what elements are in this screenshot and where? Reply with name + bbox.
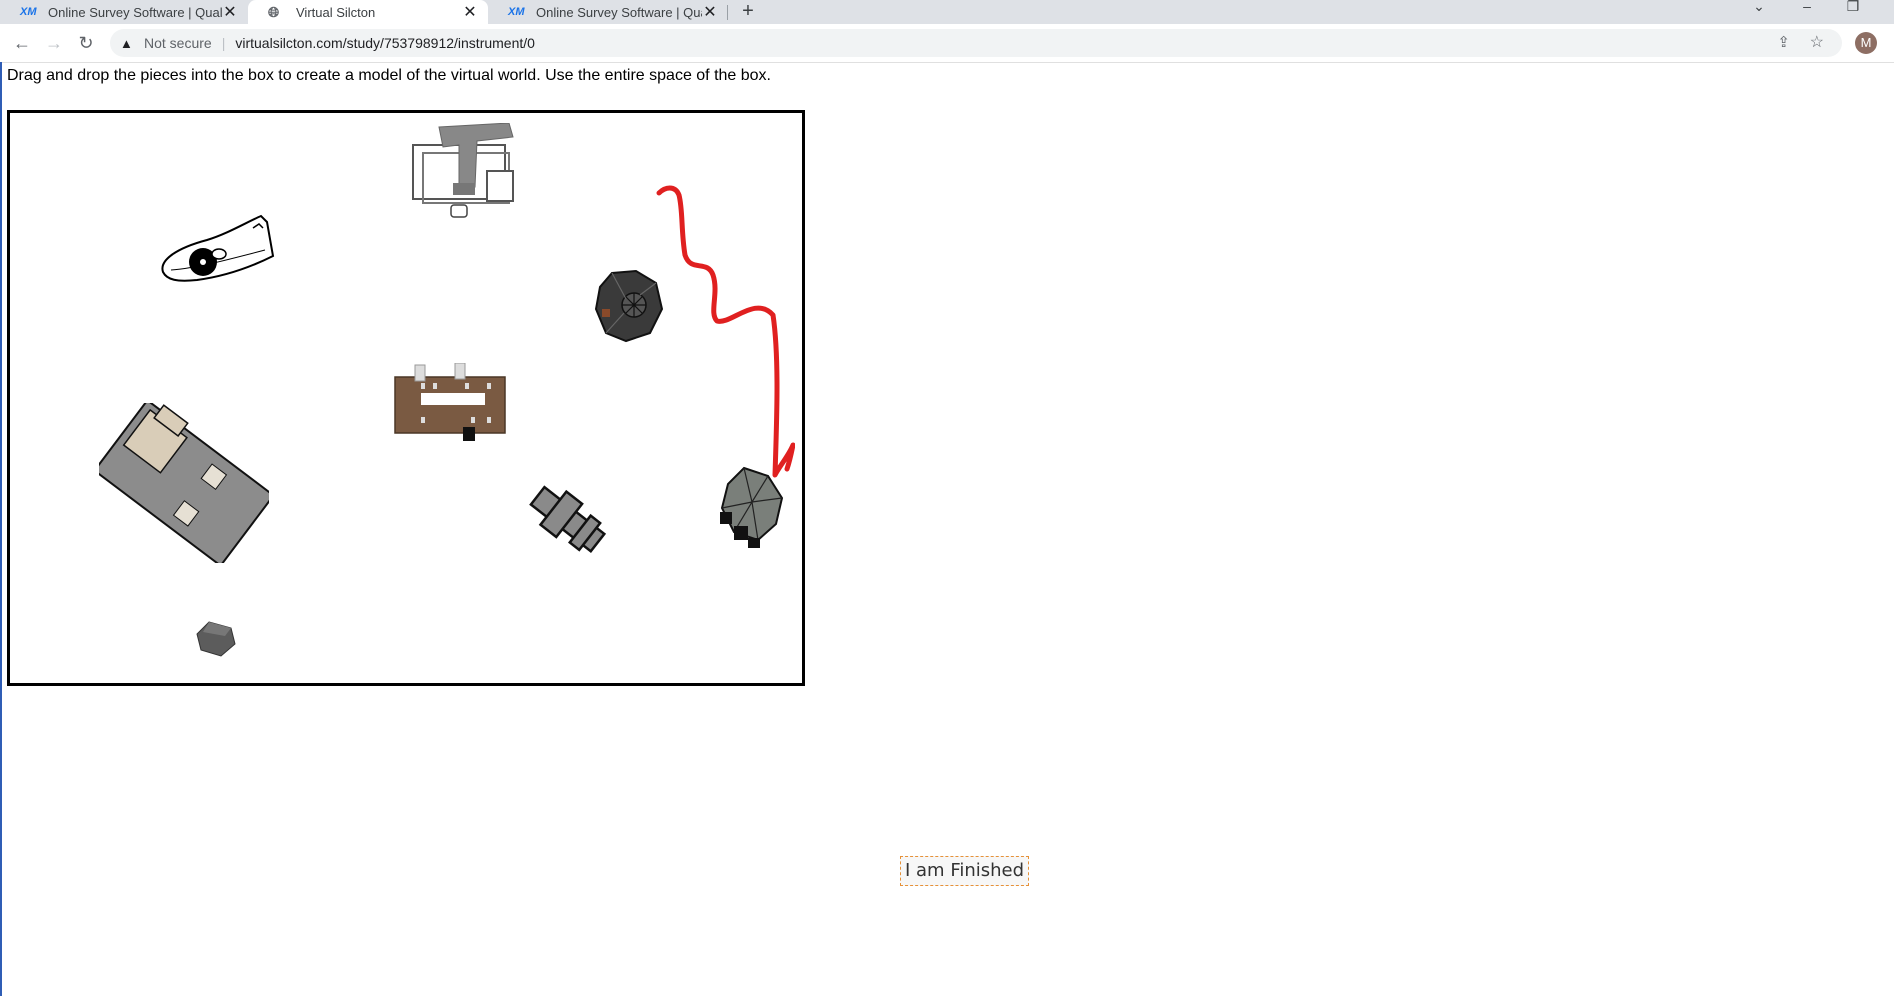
instruction-text: Drag and drop the pieces into the box to… — [7, 67, 771, 84]
url-text[interactable]: virtualsilcton.com/study/753798912/instr… — [235, 35, 535, 51]
tab-strip: XM Online Survey Software | Qualtrics ✕ … — [0, 0, 1894, 24]
browser-toolbar: ← → ↻ ▲ Not secure | virtualsilcton.com/… — [0, 24, 1894, 63]
qualtrics-xm-icon: XM — [508, 6, 525, 18]
piece-small-block[interactable] — [195, 618, 239, 660]
restore-icon[interactable]: ❐ — [1838, 0, 1868, 18]
forward-icon[interactable]: → — [42, 31, 66, 55]
share-icon[interactable]: ⇪ — [1777, 33, 1790, 51]
tab-qualtrics-2[interactable]: XM Online Survey Software | Qualtrics ✕ — [488, 0, 728, 24]
back-icon[interactable]: ← — [10, 31, 34, 55]
tab-virtual-silcton[interactable]: 🌐︎ Virtual Silcton ✕ — [248, 0, 488, 24]
piece-oval-landmark[interactable] — [157, 210, 279, 290]
piece-t-building[interactable] — [407, 123, 523, 225]
qualtrics-xm-icon: XM — [20, 6, 37, 18]
minimize-icon[interactable]: – — [1792, 0, 1822, 18]
tab-title: Online Survey Software | Qualtrics — [536, 4, 702, 20]
bookmark-star-icon[interactable]: ☆ — [1810, 32, 1824, 52]
tab-title: Online Survey Software | Qualtrics — [48, 4, 222, 20]
tab-title: Virtual Silcton — [296, 4, 376, 20]
piece-cross-building[interactable] — [525, 478, 609, 562]
tab-qualtrics-1[interactable]: XM Online Survey Software | Qualtrics ✕ — [0, 0, 248, 24]
drawn-path[interactable] — [655, 175, 795, 485]
left-edge-rule — [0, 62, 2, 996]
globe-icon: 🌐︎ — [268, 3, 280, 20]
divider: | — [221, 35, 226, 51]
tab-separator — [727, 5, 728, 20]
close-icon[interactable]: ✕ — [222, 2, 238, 22]
new-tab-button[interactable]: + — [736, 0, 760, 24]
address-bar[interactable]: ▲ Not secure | virtualsilcton.com/study/… — [110, 29, 1842, 57]
model-canvas[interactable] — [7, 110, 805, 686]
piece-grey-lot[interactable] — [99, 403, 269, 563]
profile-avatar[interactable]: M — [1855, 32, 1877, 54]
security-label[interactable]: Not secure — [144, 35, 212, 51]
warning-icon[interactable]: ▲ — [120, 36, 136, 51]
close-icon[interactable]: ✕ — [702, 2, 718, 22]
tab-search-chevron-icon[interactable]: ⌄ — [1744, 0, 1774, 18]
piece-grey-tower[interactable] — [718, 466, 788, 552]
close-icon[interactable]: ✕ — [462, 2, 478, 22]
reload-icon[interactable]: ↻ — [74, 31, 98, 55]
finish-button[interactable]: I am Finished — [900, 856, 1030, 886]
piece-brown-building[interactable] — [391, 363, 509, 445]
